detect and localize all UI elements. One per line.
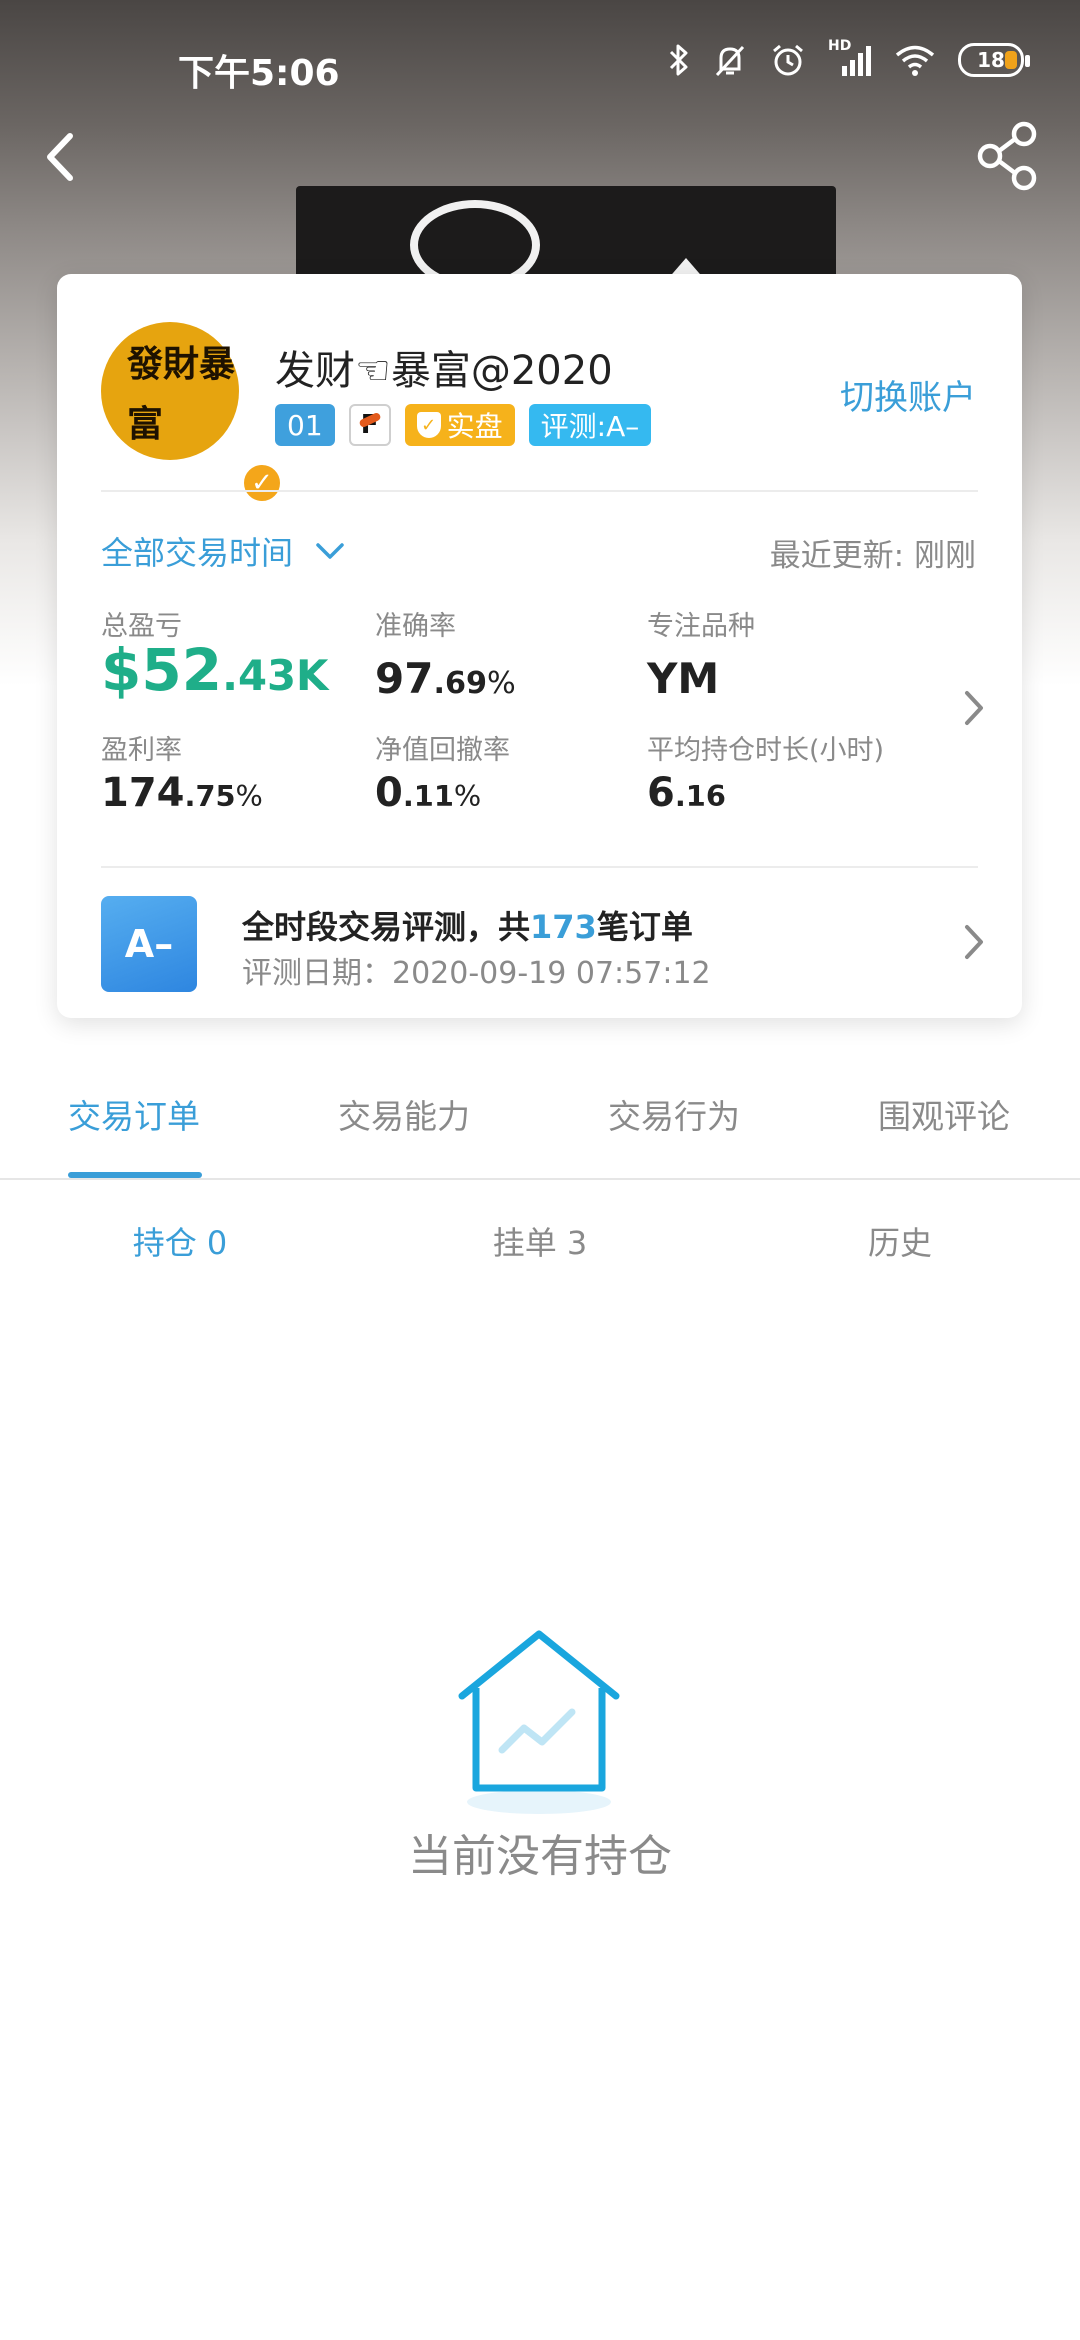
evaluation-date: 评测日期：2020-09-19 07:57:12 (242, 956, 711, 991)
account-card: 發財暴富 ✓ 发财☜暴富@2020 01 F ✓ 实盘 评测:A– 切换账户 全… (57, 274, 1022, 1018)
verified-icon: ✓ (241, 462, 283, 504)
status-time: 下午5:06 (178, 53, 340, 94)
total-pnl-value: $52.43K (101, 636, 329, 704)
avg-hold-label: 平均持仓时长(小时) (647, 735, 885, 766)
username: 发财☜暴富@2020 (275, 348, 613, 394)
badge-row: 01 F ✓ 实盘 评测:A– (275, 404, 652, 446)
chevron-right-icon (965, 925, 983, 959)
accuracy-label: 准确率 (375, 611, 456, 642)
tab-comments[interactable]: 围观评论 (878, 1090, 1010, 1138)
status-icons: HD 18 (668, 38, 1030, 78)
switch-account-button[interactable]: 切换账户 (840, 370, 976, 419)
time-range-dropdown[interactable]: 全部交易时间 (101, 528, 345, 574)
focus-symbol-label: 专注品种 (647, 611, 755, 642)
status-bar: 下午5:06 HD 18 (0, 0, 1080, 130)
shield-check-icon: ✓ (416, 412, 441, 438)
chevron-down-icon (316, 543, 344, 559)
drawdown-value: 0.11% (375, 770, 482, 816)
back-button[interactable] (36, 122, 86, 192)
broker-letter: F (360, 410, 379, 440)
empty-state-message: 当前没有持仓 (408, 1831, 672, 1882)
battery-icon: 18 (958, 43, 1030, 77)
share-button[interactable] (972, 118, 1044, 194)
tab-trade-behavior[interactable]: 交易行为 (608, 1090, 740, 1138)
evaluation-row[interactable]: A– 全时段交易评测，共173笔订单 评测日期：2020-09-19 07:57… (57, 874, 1022, 994)
live-account-label: 实盘 (446, 410, 503, 443)
profit-rate-label: 盈利率 (101, 735, 182, 766)
battery-fill (1005, 51, 1017, 69)
card-divider (101, 490, 978, 492)
profit-rate-value: 174.75% (101, 770, 263, 816)
order-count: 173 (530, 908, 597, 946)
accuracy-value: 97.69% (375, 654, 516, 703)
rating-badge: 评测:A– (528, 404, 652, 446)
active-tab-indicator (68, 1172, 202, 1178)
drawdown-label: 净值回撤率 (375, 735, 510, 766)
live-account-badge: ✓ 实盘 (404, 404, 515, 446)
wifi-icon (895, 45, 935, 76)
time-range-label: 全部交易时间 (101, 534, 294, 572)
tab-trade-ability[interactable]: 交易能力 (338, 1090, 470, 1138)
subtab-positions[interactable]: 持仓 0 (30, 1218, 330, 1264)
account-number-badge: 01 (275, 404, 335, 446)
alarm-icon (773, 44, 803, 76)
mute-bell-icon (715, 45, 745, 77)
last-update: 最近更新: 刚刚 (769, 538, 976, 574)
chevron-right-icon[interactable] (962, 688, 986, 728)
broker-logo-icon: F (348, 404, 391, 446)
house-chart-icon (458, 1630, 620, 1814)
evaluation-title: 全时段交易评测，共173笔订单 (242, 908, 693, 946)
avg-hold-value: 6.16 (647, 770, 726, 816)
bluetooth-icon (669, 44, 688, 76)
order-subtabs: 持仓 0 挂单 3 历史 (0, 1182, 1080, 1292)
tab-trade-orders[interactable]: 交易订单 (68, 1090, 200, 1138)
empty-state: 当前没有持仓 (0, 1620, 1080, 1900)
subtab-history[interactable]: 历史 (750, 1218, 1050, 1264)
subtab-pending-orders[interactable]: 挂单 3 (390, 1218, 690, 1264)
avatar-text: 發財暴富 (127, 343, 236, 445)
focus-symbol-value: YM (647, 654, 720, 703)
card-divider (101, 866, 978, 868)
grade-icon: A– (101, 896, 197, 992)
main-tabs: 交易订单 交易能力 交易行为 围观评论 (0, 1040, 1080, 1180)
avatar[interactable]: 發財暴富 ✓ (101, 322, 283, 504)
battery-level: 18 (977, 48, 1005, 72)
signal-icon: HD (828, 38, 872, 78)
